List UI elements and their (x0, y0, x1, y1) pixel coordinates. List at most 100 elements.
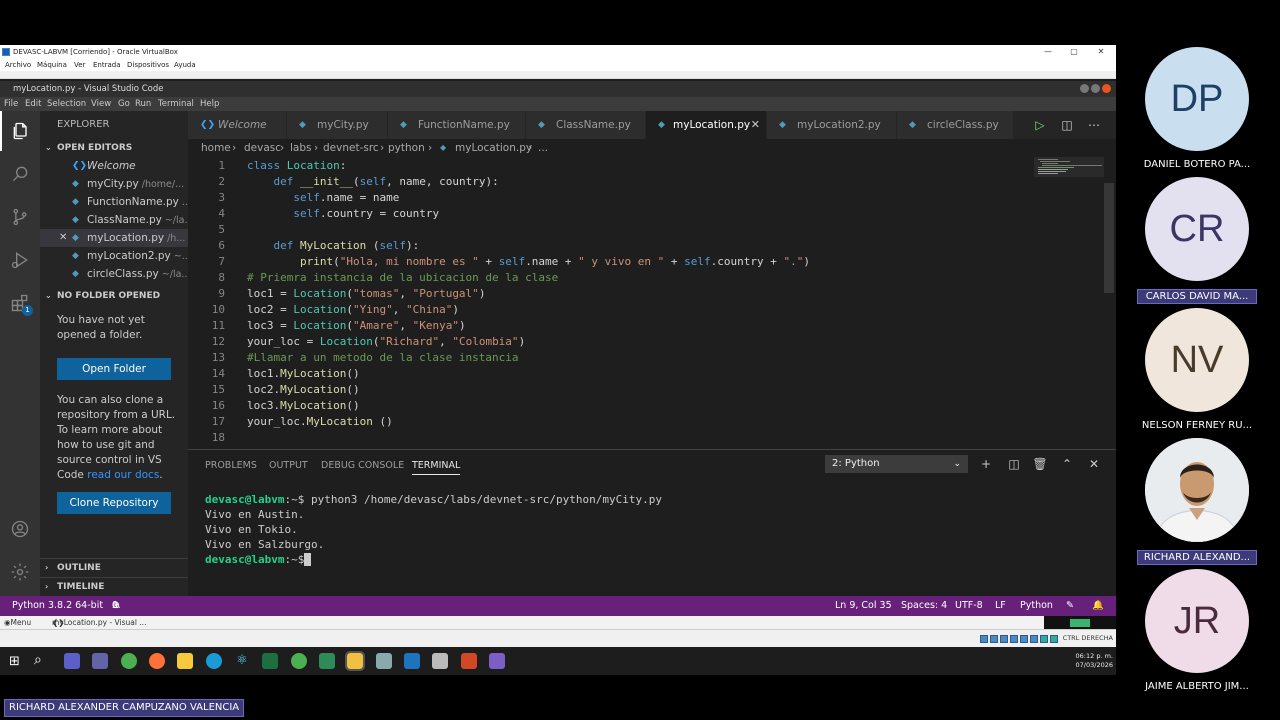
menu-edit[interactable]: Edit (25, 97, 41, 111)
firefox-icon[interactable] (149, 653, 165, 669)
virtualbox-icon[interactable] (404, 653, 420, 669)
host-clock[interactable]: 06:12 p. m. 07/03/2026 (1076, 652, 1113, 670)
menu-terminal[interactable]: Terminal (158, 97, 194, 111)
minimap[interactable] (1034, 157, 1104, 177)
status-eol[interactable]: LF (995, 596, 1006, 616)
minimize-dot-icon[interactable] (1080, 84, 1089, 93)
app-icon[interactable] (319, 653, 335, 669)
gear-icon[interactable] (0, 552, 40, 592)
guest-menu-button[interactable]: ◉ Menu (4, 616, 31, 630)
timeline-header[interactable]: › TIMELINE (40, 577, 188, 595)
teams-icon[interactable] (64, 653, 80, 669)
chevron-up-icon[interactable]: ⌃ (1057, 456, 1077, 472)
trash-icon[interactable]: 🗑 (1030, 456, 1050, 472)
open-editor-mylocation2[interactable]: ◆ myLocation2.py~... (40, 247, 188, 265)
breadcrumb-devasc[interactable]: devasc (244, 139, 281, 157)
tab-mylocation[interactable]: ◆ myLocation.py ✕ (646, 111, 766, 139)
display-indicator-icon[interactable] (1040, 635, 1048, 643)
windows-start-icon[interactable]: ⊞ (9, 654, 20, 669)
account-icon[interactable] (0, 509, 40, 549)
audio-indicator-icon[interactable] (1000, 635, 1008, 643)
chrome-profile-icon[interactable] (291, 653, 307, 669)
maximize-icon[interactable]: ▢ (1064, 45, 1084, 59)
tab-mylocation2[interactable]: ◆ myLocation2.py (767, 111, 896, 139)
tab-problems[interactable]: PROBLEMS (205, 460, 257, 471)
network-indicator-icon[interactable] (1010, 635, 1018, 643)
breadcrumb-labs[interactable]: labs (290, 139, 312, 157)
menu-help[interactable]: Help (200, 97, 219, 111)
menu-go[interactable]: Go (118, 97, 130, 111)
terminal-prompt-line[interactable]: devasc@labvm:~$ (205, 552, 311, 567)
tab-terminal[interactable]: TERMINAL (412, 460, 461, 475)
read-docs-link[interactable]: read our docs (87, 469, 159, 481)
tab-mycity[interactable]: ◆ myCity.py (287, 111, 387, 139)
maximize-dot-icon[interactable] (1091, 84, 1100, 93)
mouse-indicator-icon[interactable] (1050, 635, 1058, 643)
vb-menu-ayuda[interactable]: Ayuda (174, 59, 196, 71)
open-folder-button[interactable]: Open Folder (57, 358, 171, 380)
explorer-icon[interactable] (0, 111, 40, 151)
vb-menu-entrada[interactable]: Entrada (93, 59, 121, 71)
tab-functionname[interactable]: ◆ FunctionName.py (388, 111, 525, 139)
breadcrumb-symbol[interactable]: ... (538, 139, 548, 157)
open-editor-functionname[interactable]: ◆FunctionName.py... (40, 193, 188, 211)
close-icon[interactable]: ✕ (1091, 45, 1111, 59)
app2-icon[interactable] (376, 653, 392, 669)
tab-circleclass[interactable]: ◆ circleClass.py (897, 111, 1013, 139)
vb-menu-ver[interactable]: Ver (74, 59, 85, 71)
breadcrumb-devnet-src[interactable]: devnet-src (323, 139, 379, 157)
vb-menu-dispositivos[interactable]: Dispositivos (127, 59, 169, 71)
shared-folders-indicator-icon[interactable] (1030, 635, 1038, 643)
menu-run[interactable]: Run (135, 97, 151, 111)
run-icon[interactable]: ▷ (1029, 111, 1051, 139)
status-language[interactable]: Python (1020, 596, 1053, 616)
breadcrumb-home[interactable]: home (201, 139, 231, 157)
tab-welcome[interactable]: ❮❯ Welcome (188, 111, 286, 139)
open-editor-welcome[interactable]: ❮❯ Welcome (40, 157, 188, 175)
menu-view[interactable]: View (91, 97, 111, 111)
extensions-icon[interactable]: 1 (0, 283, 40, 323)
editor-scrollbar[interactable] (1104, 183, 1114, 293)
tab-output[interactable]: OUTPUT (269, 460, 308, 471)
status-interpreter[interactable]: Python 3.8.2 64-bit (12, 596, 103, 616)
open-editor-circleclass[interactable]: ◆ circleClass.py ~/la... (40, 265, 188, 283)
menu-file[interactable]: File (4, 97, 18, 111)
more-actions-icon[interactable]: ⋯ (1083, 111, 1105, 139)
run-debug-icon[interactable] (0, 240, 40, 280)
optical-indicator-icon[interactable] (990, 635, 998, 643)
code-editor[interactable]: 1 class Location: 2 def __init__(self, nam… (188, 157, 1116, 449)
excel-icon[interactable] (262, 653, 278, 669)
no-folder-header[interactable]: ⌄ NO FOLDER OPENED (40, 287, 188, 305)
teams2-icon[interactable] (489, 653, 505, 669)
status-encoding[interactable]: UTF-8 (955, 596, 983, 616)
file-explorer-icon[interactable] (177, 653, 193, 669)
menu-selection[interactable]: Selection (47, 97, 86, 111)
split-terminal-icon[interactable]: ◫ (1004, 456, 1024, 472)
usb-indicator-icon[interactable] (1020, 635, 1028, 643)
status-position[interactable]: Ln 9, Col 35 (835, 596, 892, 616)
open-editors-header[interactable]: ⌄ OPEN EDITORS (40, 139, 188, 157)
vb-menu-archivo[interactable]: Archivo (5, 59, 31, 71)
status-spaces[interactable]: Spaces: 4 (901, 596, 947, 616)
bell-icon[interactable]: 🔔 (1092, 596, 1104, 616)
powerpoint-icon[interactable] (461, 653, 477, 669)
feedback-icon[interactable]: ✎ (1066, 596, 1074, 616)
react-icon[interactable]: ⚛ (234, 653, 250, 669)
edge-icon[interactable] (206, 653, 222, 669)
search-icon[interactable]: ⌕ (34, 652, 42, 668)
breadcrumb-python[interactable]: python (388, 139, 425, 157)
open-editor-classname[interactable]: ◆ ClassName.py~/la... (40, 211, 188, 229)
close-dot-icon[interactable] (1102, 84, 1111, 93)
new-terminal-icon[interactable]: + (976, 456, 996, 472)
terminal-select[interactable]: 2: Python ⌄ (825, 455, 968, 473)
split-editor-icon[interactable]: ◫ (1056, 111, 1078, 139)
close-icon[interactable]: ✕ (751, 111, 760, 139)
copilot-icon[interactable] (92, 653, 108, 669)
breadcrumb-file[interactable]: myLocation.py (455, 139, 532, 157)
minimize-icon[interactable]: — (1038, 45, 1058, 59)
clone-repository-button[interactable]: Clone Repository (57, 492, 171, 514)
storage-indicator-icon[interactable] (980, 635, 988, 643)
close-icon[interactable]: ✕ (59, 229, 67, 247)
vb-menu-maquina[interactable]: Máquina (37, 59, 67, 71)
outline-header[interactable]: › OUTLINE (40, 558, 188, 576)
